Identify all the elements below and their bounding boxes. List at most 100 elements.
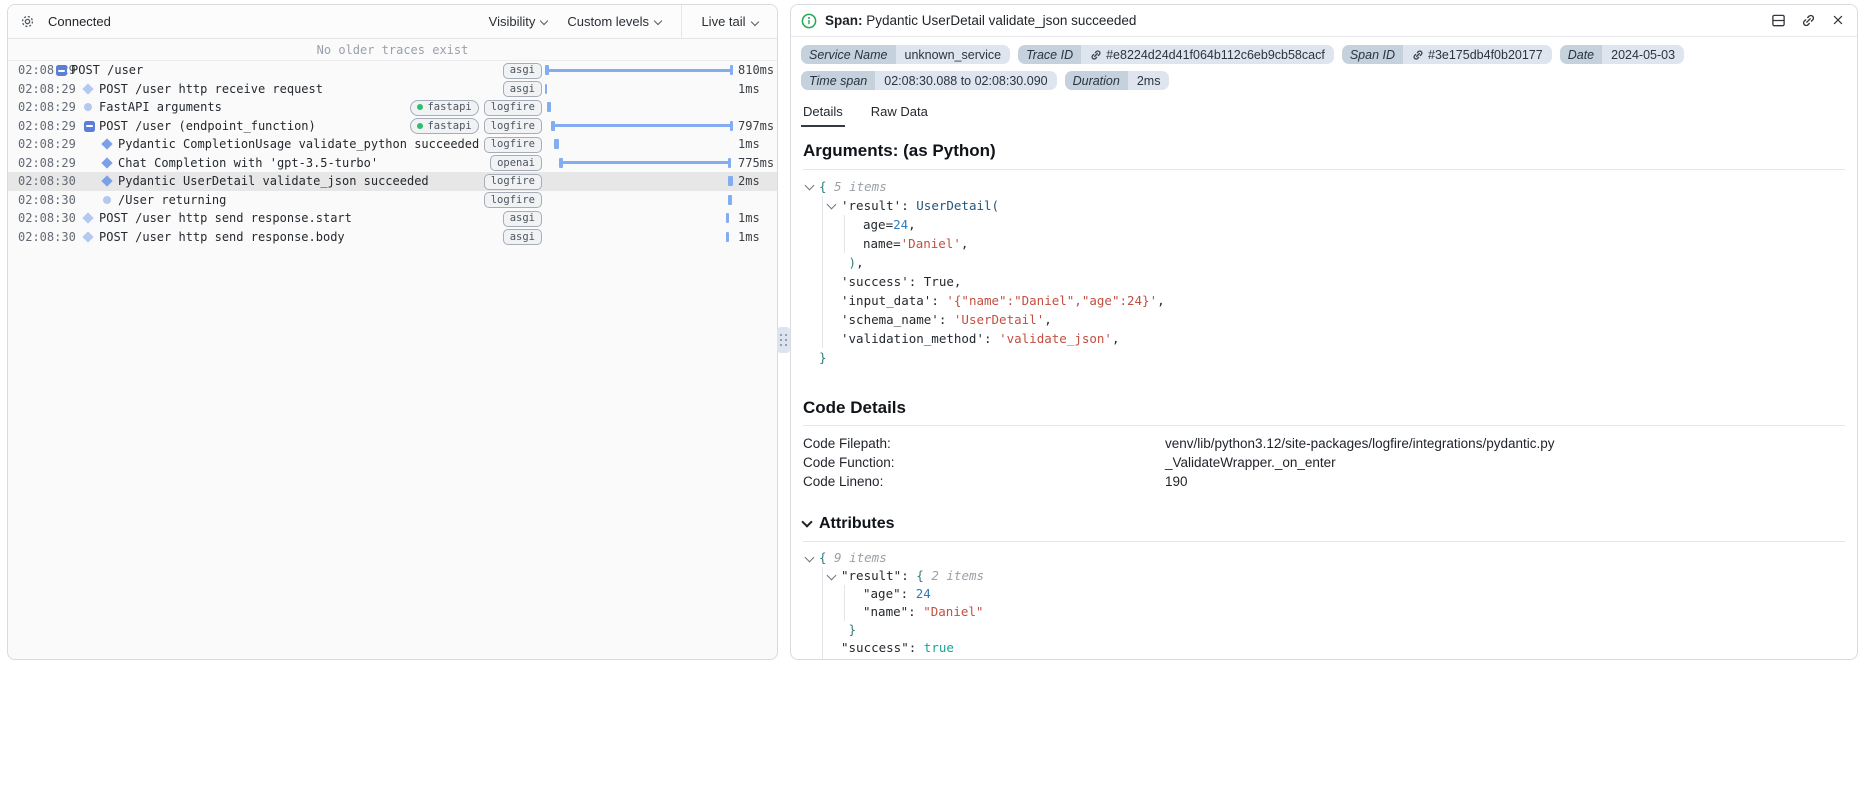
trace-timestamp: 02:08:30 bbox=[18, 211, 76, 225]
toggle-layout-icon[interactable] bbox=[1771, 13, 1786, 28]
trace-timestamp: 02:08:29 bbox=[18, 155, 76, 170]
timeline bbox=[545, 61, 733, 80]
duration-tick bbox=[726, 231, 729, 242]
collapse-toggle-icon[interactable] bbox=[84, 120, 95, 132]
span-diamond-icon bbox=[82, 230, 94, 243]
meta-badge: Service Name unknown_service bbox=[801, 45, 1011, 64]
detail-label: Code Lineno: bbox=[803, 474, 884, 489]
code-line: "age": 24 bbox=[805, 585, 1845, 603]
scope-badge: asgi bbox=[502, 62, 542, 79]
log-circle-icon bbox=[103, 195, 111, 204]
trace-row[interactable]: 02:08:29 Pydantic CompletionUsage validat… bbox=[8, 135, 777, 154]
trace-row[interactable]: 02:08:29 Chat Completion with 'gpt-3.5-tu… bbox=[8, 154, 777, 173]
meta-badge: Trace ID #e8224d24d41f064b112c6eb9cb58cac… bbox=[1018, 45, 1334, 64]
timeline bbox=[545, 80, 733, 99]
close-icon[interactable] bbox=[1831, 13, 1845, 28]
trace-label: POST /user http receive request bbox=[99, 81, 323, 96]
badge-value: #3e175db4f0b20177 bbox=[1403, 45, 1552, 64]
tab-details[interactable]: Details bbox=[801, 100, 845, 127]
trace-row[interactable]: 02:08:30 POST /user http send response.st… bbox=[8, 209, 777, 228]
trace-label: POST /user bbox=[71, 63, 144, 77]
badge-value: 2024-05-03 bbox=[1602, 45, 1685, 64]
trace-row[interactable]: 02:08:30 POST /user http send response.bo… bbox=[8, 228, 777, 247]
detail-value: _ValidateWrapper._on_enter bbox=[1165, 455, 1336, 470]
trace-timestamp: 02:08:29 bbox=[18, 118, 76, 133]
collapse-caret-icon[interactable] bbox=[804, 552, 815, 562]
scope-badge: asgi bbox=[502, 229, 542, 245]
trace-row[interactable]: 02:08:29 FastAPI arguments fastapi logfire bbox=[8, 98, 777, 117]
badge-label: Service Name bbox=[801, 45, 896, 64]
code-line: { 9 items bbox=[804, 549, 1845, 567]
trace-timestamp: 02:08:29 bbox=[18, 137, 76, 151]
no-older-traces-notice: No older traces exist bbox=[8, 39, 777, 61]
trace-duration: 1ms bbox=[738, 81, 760, 96]
trace-row[interactable]: 02:08:29 POST /user asgi 810ms bbox=[8, 61, 777, 80]
scope-badge: logfire bbox=[483, 136, 542, 153]
timeline bbox=[545, 98, 733, 117]
badge-label: Span ID bbox=[1341, 45, 1403, 64]
trace-label: Pydantic UserDetail validate_json succee… bbox=[118, 174, 429, 188]
trace-timestamp: 02:08:29 bbox=[18, 63, 76, 77]
connection-status: Connected bbox=[48, 14, 111, 29]
badge-label: Time span bbox=[801, 71, 876, 90]
code-line: 'result': UserDetail( bbox=[805, 196, 1845, 215]
badge-label: Date bbox=[1559, 45, 1603, 64]
link-icon[interactable] bbox=[1090, 49, 1102, 61]
code-detail-row: Code Function: _ValidateWrapper._on_enter bbox=[803, 453, 1845, 472]
trace-duration: 1ms bbox=[738, 211, 760, 225]
trace-label: POST /user http send response.body bbox=[99, 229, 345, 244]
trace-row[interactable]: 02:08:30 Pydantic UserDetail validate_jso… bbox=[8, 172, 777, 191]
scope-badges: asgi bbox=[502, 81, 542, 97]
code-line: age=24, bbox=[805, 215, 1845, 234]
code-line: 'input_data': '{"name":"Daniel","age":24… bbox=[805, 291, 1845, 310]
code-line: "result": { 2 items bbox=[805, 567, 1845, 585]
span-meta-badges: Service Name unknown_service Trace ID #e822… bbox=[791, 37, 1857, 94]
code-line: 'success': True, bbox=[805, 272, 1845, 291]
arguments-heading: Arguments: (as Python) bbox=[803, 141, 996, 160]
collapse-caret-icon[interactable] bbox=[826, 570, 837, 580]
trace-row[interactable]: 02:08:30/User returning logfire bbox=[8, 191, 777, 210]
log-circle-icon bbox=[84, 103, 92, 111]
panel-resize-handle[interactable] bbox=[777, 327, 790, 353]
collapse-caret-icon[interactable] bbox=[826, 199, 837, 209]
trace-label: POST /user (endpoint_function) bbox=[99, 118, 316, 133]
detail-label: Code Filepath: bbox=[803, 436, 891, 451]
trace-list-toolbar: Connected Visibility Custom levels Live … bbox=[8, 5, 777, 39]
scope-badges: fastapi logfire bbox=[410, 118, 542, 134]
duration-tick bbox=[728, 176, 733, 186]
tab-raw-data[interactable]: Raw Data bbox=[869, 100, 930, 127]
chevron-down-icon bbox=[540, 16, 549, 26]
badge-value: #e8224d24d41f064b112c6eb9cb58cacf bbox=[1081, 45, 1334, 64]
settings-gear-icon[interactable] bbox=[20, 14, 35, 29]
badge-label: Duration bbox=[1064, 71, 1128, 90]
duration-tick bbox=[554, 139, 559, 149]
code-line: "name": "Daniel" bbox=[805, 603, 1845, 621]
meta-badge: Time span 02:08:30.088 to 02:08:30.090 bbox=[801, 71, 1057, 90]
trace-duration: 810ms bbox=[738, 63, 775, 77]
trace-row[interactable]: 02:08:29 POST /user http receive request a… bbox=[8, 80, 777, 99]
span-diamond-icon bbox=[101, 156, 113, 169]
meta-badge: Date 2024-05-03 bbox=[1559, 45, 1685, 64]
scope-badge: asgi bbox=[502, 81, 542, 97]
chevron-down-icon[interactable] bbox=[801, 516, 813, 528]
live-tail-dropdown[interactable]: Live tail bbox=[681, 5, 777, 38]
link-icon[interactable] bbox=[1412, 49, 1424, 61]
span-title: Span: Pydantic UserDetail validate_json … bbox=[825, 13, 1137, 28]
trace-row[interactable]: 02:08:29 POST /user (endpoint_function) fa… bbox=[8, 117, 777, 136]
trace-label: POST /user http send response.start bbox=[99, 211, 352, 225]
trace-timestamp: 02:08:29 bbox=[18, 100, 76, 114]
collapse-toggle-icon[interactable] bbox=[56, 65, 67, 76]
scope-badge: fastapi bbox=[410, 99, 479, 116]
collapse-caret-icon[interactable] bbox=[804, 180, 815, 190]
timeline bbox=[545, 191, 733, 210]
meta-badge: Duration 2ms bbox=[1064, 71, 1170, 90]
code-details-rows: Code Filepath: venv/lib/python3.12/site-p… bbox=[803, 426, 1845, 491]
code-details-heading: Code Details bbox=[803, 398, 1845, 426]
trace-duration: 775ms bbox=[738, 155, 775, 170]
custom-levels-dropdown[interactable]: Custom levels bbox=[567, 14, 663, 29]
scope-badge: logfire bbox=[483, 118, 542, 134]
detail-label: Code Function: bbox=[803, 455, 895, 470]
scope-badge: logfire bbox=[483, 192, 542, 208]
visibility-dropdown[interactable]: Visibility bbox=[489, 14, 549, 29]
copy-link-icon[interactable] bbox=[1801, 13, 1816, 28]
